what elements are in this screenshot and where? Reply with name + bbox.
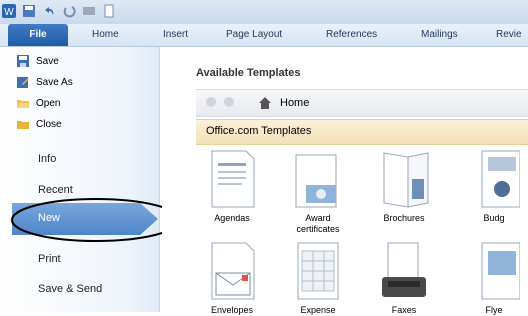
template-budgets[interactable]: Budg [462, 149, 526, 224]
template-faxes[interactable]: Faxes [372, 241, 436, 316]
flyer-icon [481, 242, 520, 300]
new-document-icon[interactable] [102, 4, 116, 18]
fax-machine-icon [382, 242, 426, 297]
backstage-nav: Save Save As Open Close Info Recent Prin… [0, 47, 160, 312]
budget-icon [481, 150, 520, 208]
template-label: Brochures [383, 213, 425, 223]
office-templates-header: Office.com Templates [196, 119, 528, 145]
tab-home[interactable]: Home [92, 24, 119, 46]
template-label: Envelopes [210, 305, 254, 315]
save-as-label: Save As [36, 76, 73, 88]
print-preview-icon[interactable] [82, 4, 96, 18]
quick-access-toolbar: W [2, 4, 116, 18]
close-label: Close [36, 118, 62, 130]
home-label[interactable]: Home [280, 97, 309, 109]
certificate-icon [295, 154, 337, 208]
nav-save-send[interactable]: Save & Send [38, 283, 102, 295]
template-label: Award certificates [296, 213, 340, 234]
agenda-doc-icon [211, 150, 255, 208]
save-icon [17, 55, 29, 67]
template-agendas[interactable]: Agendas [200, 149, 264, 224]
save-as-command[interactable]: Save As [16, 73, 73, 91]
office-templates-label: Office.com Templates [206, 125, 312, 137]
template-label: Expense [300, 305, 336, 315]
back-button[interactable] [206, 97, 216, 107]
open-label: Open [36, 97, 61, 109]
template-label: Faxes [391, 305, 417, 315]
tab-references[interactable]: References [326, 24, 377, 46]
envelope-icon [211, 242, 255, 300]
tab-insert[interactable]: Insert [163, 24, 188, 46]
available-templates-heading: Available Templates [196, 67, 301, 79]
nav-print[interactable]: Print [38, 253, 61, 265]
template-brochures[interactable]: Brochures [372, 149, 436, 224]
tab-file[interactable]: File [8, 24, 68, 46]
title-bar: W [0, 0, 528, 24]
nav-info[interactable]: Info [38, 153, 56, 165]
template-envelopes[interactable]: Envelopes [200, 241, 264, 316]
main-panel: Available Templates Home Office.com Temp… [162, 47, 528, 315]
tab-mailings[interactable]: Mailings [421, 24, 458, 46]
forward-button[interactable] [224, 97, 234, 107]
close-command[interactable]: Close [16, 115, 62, 133]
template-label: Budg [483, 213, 505, 223]
save-command[interactable]: Save [16, 52, 59, 70]
template-award-certificates[interactable]: Award certificates [286, 149, 350, 235]
open-folder-icon [17, 100, 30, 108]
home-icon[interactable] [258, 96, 272, 110]
template-flyers[interactable]: Flye [462, 241, 526, 316]
expense-sheet-icon [297, 242, 339, 300]
template-expense[interactable]: Expense [286, 241, 350, 316]
close-folder-icon [17, 121, 29, 129]
redo-icon[interactable] [62, 4, 76, 18]
nav-recent[interactable]: Recent [38, 184, 73, 196]
save-as-icon [17, 77, 29, 88]
word-app-icon: W [2, 4, 16, 18]
template-label: Flye [485, 305, 503, 315]
save-icon[interactable] [22, 4, 36, 18]
svg-text:W: W [4, 7, 14, 18]
tab-review[interactable]: Revie [496, 24, 522, 46]
ribbon-tabs: File Home Insert Page Layout References … [0, 24, 528, 47]
tab-page-layout[interactable]: Page Layout [226, 24, 282, 46]
template-nav-bar: Home [196, 89, 528, 117]
brochure-icon [383, 152, 429, 208]
open-command[interactable]: Open [16, 94, 60, 112]
template-label: Agendas [214, 213, 250, 223]
annotation-ellipse [11, 198, 181, 242]
undo-icon[interactable] [42, 4, 56, 18]
save-label: Save [36, 55, 59, 67]
